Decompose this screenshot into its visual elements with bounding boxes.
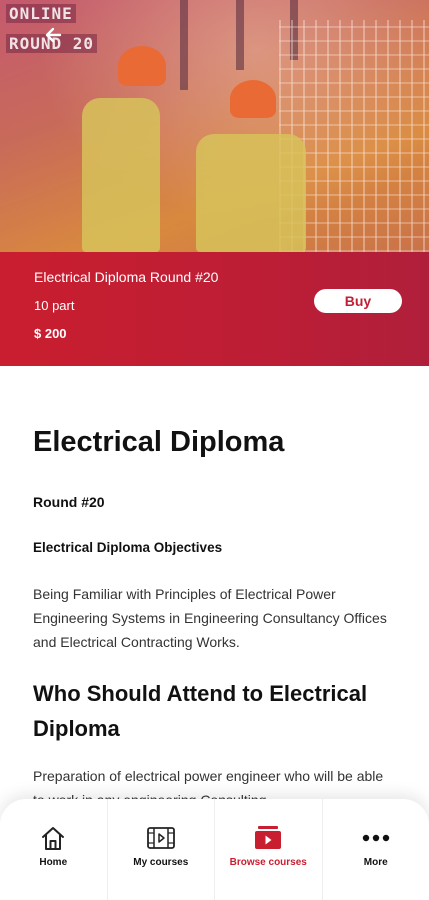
home-icon — [42, 827, 65, 850]
nav-label-more: More — [363, 857, 388, 868]
hero-helmet-right — [230, 80, 276, 118]
buy-button[interactable]: Buy — [314, 289, 402, 313]
hero-worker-left — [82, 98, 160, 252]
hero-helmet-left — [118, 46, 166, 86]
hero-worker-right — [196, 134, 306, 252]
back-arrow-icon — [45, 27, 62, 43]
hero-tower — [236, 0, 244, 70]
more-dots-icon — [362, 834, 389, 842]
course-price: $ 200 — [34, 326, 67, 341]
nav-label-home: Home — [39, 857, 68, 868]
course-title: Electrical Diploma Round #20 — [34, 269, 219, 285]
play-box-icon — [255, 826, 282, 849]
bottom-nav: Home My courses Browse courses More — [0, 799, 429, 900]
nav-label-browse-courses: Browse courses — [229, 857, 307, 868]
course-hero-image: ONLINE ROUND 20 — [0, 0, 429, 252]
round-label: Round #20 — [33, 494, 105, 510]
page-title: Electrical Diploma — [33, 426, 285, 458]
nav-label-my-courses: My courses — [133, 857, 189, 868]
hero-tower — [180, 0, 188, 90]
nav-item-home[interactable]: Home — [0, 799, 108, 900]
course-info-band: Electrical Diploma Round #20 10 part $ 2… — [0, 252, 429, 366]
nav-item-browse-courses[interactable]: Browse courses — [215, 799, 323, 900]
objectives-text: Being Familiar with Principles of Electr… — [33, 586, 387, 650]
nav-item-more[interactable]: More — [323, 799, 429, 900]
attend-heading: Who Should Attend to Electrical Diploma — [33, 681, 368, 741]
nav-item-my-courses[interactable]: My courses — [108, 799, 215, 900]
course-parts: 10 part — [34, 298, 75, 313]
objectives-title: Electrical Diploma Objectives — [33, 540, 223, 555]
back-button[interactable] — [40, 20, 70, 50]
video-frame-icon — [146, 827, 175, 849]
